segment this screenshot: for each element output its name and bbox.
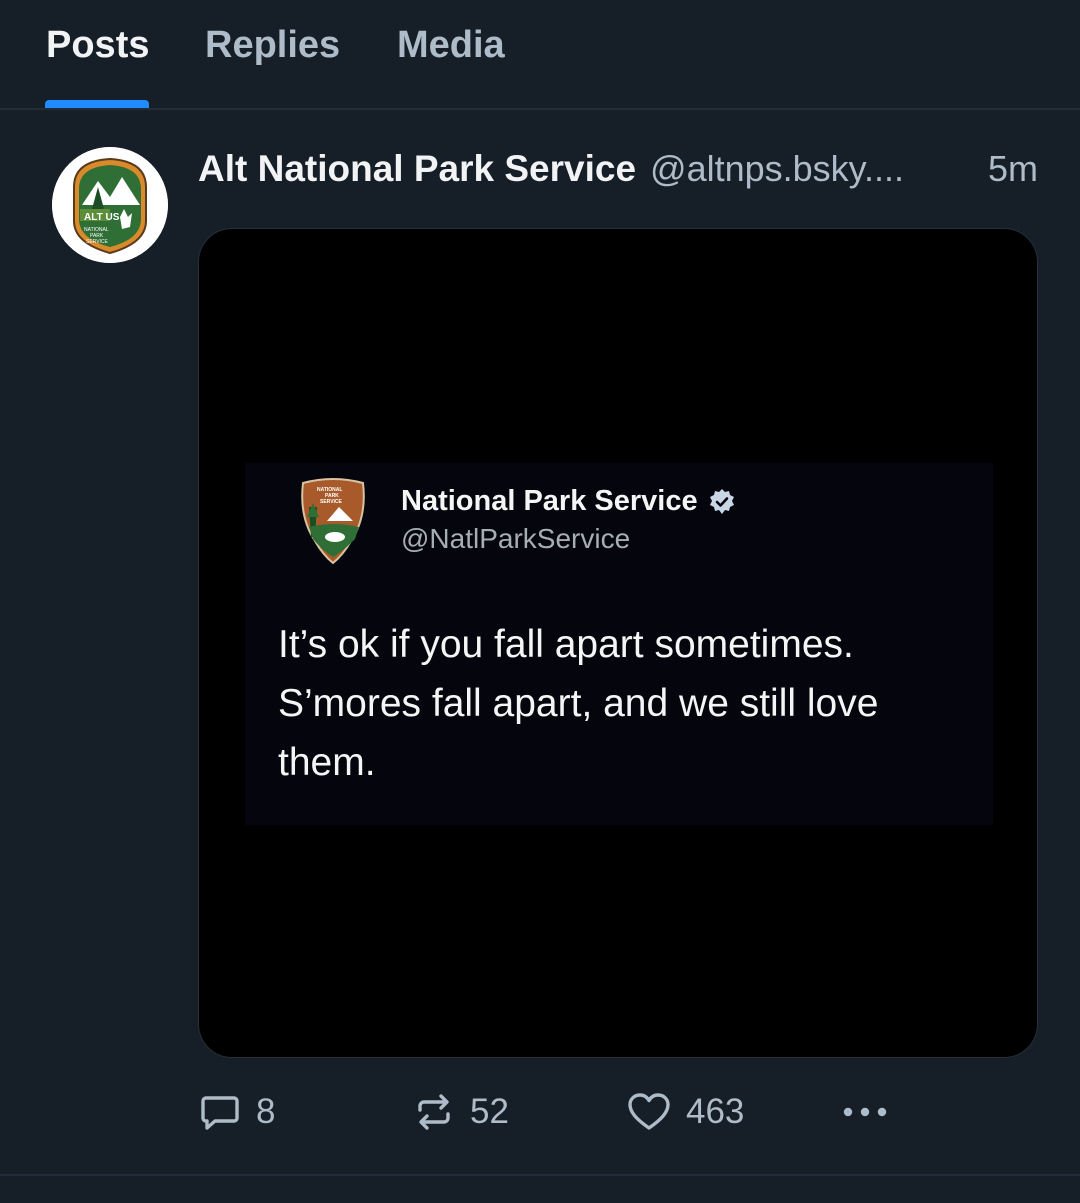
svg-text:SERVICE: SERVICE: [320, 499, 343, 505]
author-handle[interactable]: @altnps.bsky....: [650, 148, 904, 190]
like-count: 463: [686, 1092, 745, 1131]
ellipsis-icon: [843, 1107, 887, 1117]
post-header: Alt National Park Service @altnps.bsky..…: [198, 148, 1038, 198]
reply-button[interactable]: 8: [198, 1087, 275, 1137]
quoted-handle: @NatlParkService: [401, 523, 631, 554]
like-button[interactable]: 463: [626, 1087, 744, 1137]
quoted-name-text: National Park Service: [401, 485, 698, 517]
tab-replies[interactable]: Replies: [205, 24, 340, 67]
verified-badge-icon: [709, 488, 734, 514]
profile-tabs: Posts Replies Media: [0, 0, 1080, 110]
author-display-name[interactable]: Alt National Park Service: [198, 148, 636, 190]
post-actions: 8 52 463: [198, 1087, 1038, 1137]
quoted-post-text: It’s ok if you fall apart sometimes. S’m…: [278, 623, 879, 784]
post-image[interactable]: NATIONAL PARK SERVICE National Park Serv…: [198, 228, 1038, 1058]
quoted-display-name: National Park Service: [401, 485, 736, 518]
avatar[interactable]: ALT US NATIONAL PARK SERVICE: [52, 147, 168, 263]
more-options-button[interactable]: [838, 1087, 894, 1137]
active-tab-indicator: [45, 100, 149, 108]
post-timestamp[interactable]: 5m: [988, 148, 1038, 190]
svg-text:SERVICE: SERVICE: [86, 239, 109, 245]
nps-arrowhead-logo: NATIONAL PARK SERVICE: [301, 478, 365, 565]
tab-media[interactable]: Media: [397, 24, 505, 67]
alt-nps-logo: ALT US NATIONAL PARK SERVICE: [52, 147, 168, 263]
speech-bubble-icon: [201, 1096, 239, 1130]
post-divider: [0, 1174, 1080, 1176]
heart-icon: [628, 1093, 670, 1130]
quoted-post-screenshot: NATIONAL PARK SERVICE National Park Serv…: [245, 463, 993, 825]
reply-count: 8: [256, 1092, 276, 1131]
repost-button[interactable]: 52: [412, 1087, 509, 1137]
feed-post[interactable]: ALT US NATIONAL PARK SERVICE Alt Nationa…: [0, 112, 1080, 1177]
repost-count: 52: [470, 1092, 509, 1131]
repost-arrows-icon: [418, 1094, 450, 1130]
alt-us-logo-text: ALT US: [84, 212, 120, 223]
tab-posts[interactable]: Posts: [46, 24, 149, 67]
